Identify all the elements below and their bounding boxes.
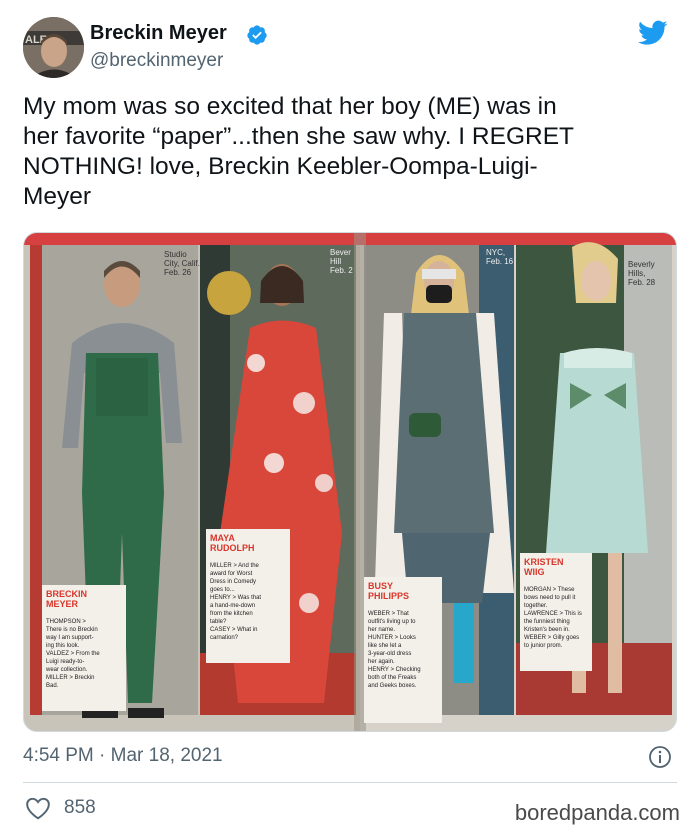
heart-icon[interactable] bbox=[25, 796, 51, 820]
like-count[interactable]: 858 bbox=[64, 797, 96, 819]
author-name[interactable]: Breckin Meyer bbox=[90, 22, 227, 45]
caption-breckin: BRECKIN MEYER THOMPSON > There is no Brec… bbox=[42, 585, 126, 711]
caption-kristen: KRISTEN WIIG MORGAN > These bows need to … bbox=[520, 553, 592, 671]
caption-busy: BUSY PHILIPPS WEBER > That outfit's livin… bbox=[364, 577, 442, 723]
divider bbox=[23, 782, 677, 783]
tweet-timestamp[interactable]: 4:54 PM · Mar 18, 2021 bbox=[23, 745, 223, 767]
tweet-text: My mom was so excited that her boy (ME) … bbox=[23, 93, 575, 210]
author-handle[interactable]: @breckinmeyer bbox=[90, 50, 223, 72]
avatar[interactable]: ALE T bbox=[23, 17, 84, 78]
watermark: boredpanda.com bbox=[514, 800, 680, 825]
caption-maya: MAYA RUDOLPH MILLER > And the award for W… bbox=[206, 529, 290, 663]
twitter-bird-icon[interactable] bbox=[638, 20, 668, 46]
svg-text:THOMPSON > There is no: THOMPSON > There is no Breckin way I am … bbox=[45, 619, 101, 689]
tweet-photo[interactable]: Studio City, Calif., Feb. 26 Bever Hill Feb.… bbox=[23, 232, 677, 732]
verified-badge-icon bbox=[247, 25, 267, 45]
info-icon[interactable] bbox=[648, 745, 672, 769]
